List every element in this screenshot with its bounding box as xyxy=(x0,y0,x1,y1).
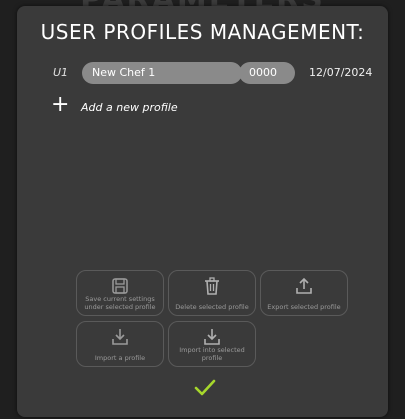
download-icon xyxy=(169,327,255,347)
dialog-title: USER PROFILES MANAGEMENT: xyxy=(40,20,365,44)
trash-icon xyxy=(169,276,255,296)
upload-icon xyxy=(261,276,347,296)
profiles-dialog: USER PROFILES MANAGEMENT: U1 New Chef 1 … xyxy=(17,6,388,417)
import-profile-button[interactable]: Import a profile xyxy=(76,321,164,367)
profile-name-field[interactable]: New Chef 1 xyxy=(82,62,242,84)
delete-profile-label: Delete selected profile xyxy=(175,303,249,311)
profile-row[interactable]: U1 New Chef 1 0000 12/07/2024 xyxy=(17,62,388,86)
plus-icon: + xyxy=(51,92,70,117)
profile-id: U1 xyxy=(53,66,69,79)
download-icon xyxy=(77,327,163,347)
floppy-disk-icon xyxy=(77,276,163,296)
checkmark-icon xyxy=(193,379,217,402)
import-profile-label: Import a profile xyxy=(94,354,146,362)
confirm-button[interactable] xyxy=(193,378,217,398)
delete-profile-button[interactable]: Delete selected profile xyxy=(168,270,256,316)
import-into-profile-button[interactable]: Import into selected profile xyxy=(168,321,256,367)
export-profile-button[interactable]: Export selected profile xyxy=(260,270,348,316)
save-profile-button[interactable]: Save current settings under selected pro… xyxy=(76,270,164,316)
import-into-profile-label: Import into selected profile xyxy=(179,346,245,362)
profile-pin-field[interactable]: 0000 xyxy=(239,62,295,84)
profile-date: 12/07/2024 xyxy=(309,66,373,79)
export-profile-label: Export selected profile xyxy=(267,303,341,311)
add-profile-label: Add a new profile xyxy=(81,101,178,114)
save-profile-label: Save current settings under selected pro… xyxy=(84,295,156,311)
